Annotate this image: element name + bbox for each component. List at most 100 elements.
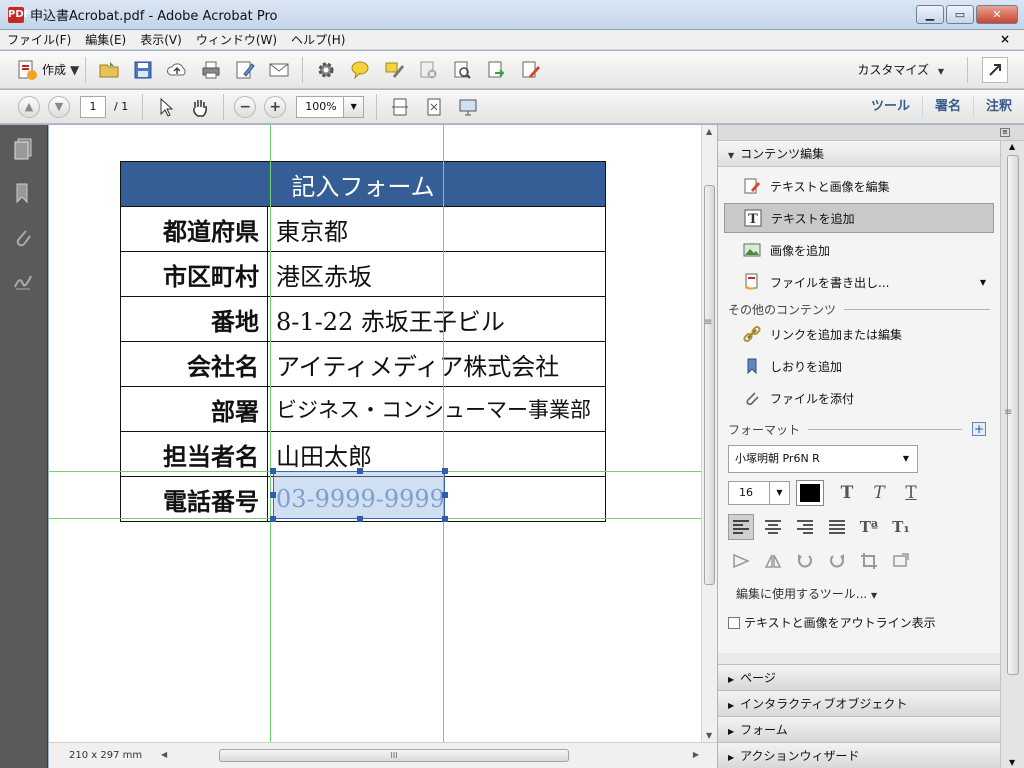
splitter-grip-icon[interactable]: ≡ [1004,407,1012,418]
open-button[interactable] [96,57,122,83]
create-button[interactable]: 作成 ▼ [16,59,79,81]
outline-checkbox[interactable] [728,616,740,629]
fit-page-button[interactable] [421,94,447,120]
page-thumbnails-button[interactable] [7,133,39,165]
zoom-in-button[interactable]: + [264,95,287,118]
menu-view[interactable]: 表示(V) [133,31,189,48]
attachments-button[interactable] [7,221,39,253]
signatures-button[interactable] [7,265,39,297]
edit-doc-button[interactable] [232,57,258,83]
document-view[interactable]: 記入フォーム 都道府県 東京都 市区町村 港区赤坂 番地 8-1-22 赤坂王子… [49,125,701,742]
highlight-button[interactable] [381,57,407,83]
section-content-edit[interactable]: ▼ コンテンツ編集 [718,141,1000,167]
font-family-select[interactable]: 小塚明朝 Pr6N R ▼ [728,445,918,473]
underline-text-button[interactable]: T [898,480,924,506]
maximize-button[interactable]: ▭ [946,5,974,24]
menu-help[interactable]: ヘルプ(H) [284,31,352,48]
search-doc-button[interactable] [449,57,475,83]
text-color-swatch[interactable] [796,480,824,506]
next-page-button[interactable]: ▼ [48,95,70,118]
tab-comment[interactable]: 注釈 [972,95,1024,118]
field-value[interactable]: 東京都 [267,206,606,252]
expand-format-button[interactable]: + [972,422,986,436]
field-value[interactable]: アイティメディア株式会社 [267,341,606,387]
resize-handle[interactable] [270,516,276,522]
scroll-left-icon[interactable]: ◀ [161,750,167,759]
bold-text-button[interactable]: T [834,480,860,506]
flip-vertical-button[interactable] [760,548,786,574]
resize-handle[interactable] [357,468,363,474]
panel-vertical-scrollbar[interactable]: ▲ ▼ [1000,141,1024,768]
email-button[interactable] [266,57,292,83]
sign-doc-button[interactable] [517,57,543,83]
add-bookmark-item[interactable]: しおりを追加 [724,351,994,381]
hand-tool-button[interactable] [187,94,213,120]
export-button[interactable] [483,57,509,83]
field-value[interactable]: 8-1-22 赤坂王子ビル [267,296,606,342]
scroll-thumb[interactable]: III [219,748,569,762]
edit-text-image-item[interactable]: テキストと画像を編集 [724,171,994,201]
menu-file[interactable]: ファイル(F) [0,31,78,48]
chevron-down-icon[interactable]: ▼ [980,278,986,287]
section-pages[interactable]: ▶ ページ [718,664,1000,690]
crop-button[interactable] [856,548,882,574]
close-window-button[interactable]: ✕ [976,5,1018,24]
resize-handle[interactable] [270,492,276,498]
resize-handle[interactable] [442,516,448,522]
add-link-item[interactable]: リンクを追加または編集 [724,319,994,349]
close-document-button[interactable]: × [1000,32,1010,46]
comment-button[interactable] [347,57,373,83]
field-value[interactable]: 港区赤坂 [267,251,606,297]
menu-window[interactable]: ウィンドウ(W) [189,31,284,48]
customize-menu[interactable]: カスタマイズ ▼ [857,61,944,78]
align-center-button[interactable] [760,514,786,540]
fit-width-button[interactable] [387,94,413,120]
full-screen-button[interactable] [982,57,1008,83]
export-file-item[interactable]: ファイルを書き出し... ▼ [724,267,994,297]
align-right-button[interactable] [792,514,818,540]
flip-horizontal-button[interactable] [728,548,754,574]
italic-text-button[interactable]: T [866,480,892,506]
previous-page-button[interactable]: ▲ [18,95,40,118]
scroll-thumb[interactable] [704,185,715,585]
scroll-down-icon[interactable]: ▼ [1009,758,1015,767]
menu-edit[interactable]: 編集(E) [78,31,133,48]
zoom-level-input[interactable]: 100% [296,95,345,118]
superscript-button[interactable]: Tª [856,514,882,540]
tab-sign[interactable]: 署名 [921,95,973,118]
edit-tools-menu[interactable]: 編集に使用するツール... ▼ [736,585,1000,602]
field-value[interactable]: ビジネス・コンシューマー事業部 [267,386,606,432]
scroll-down-icon[interactable]: ▼ [706,731,712,740]
add-text-item[interactable]: T テキストを追加 [724,203,994,233]
minimize-button[interactable]: ▁ [916,5,944,24]
save-button[interactable] [130,57,156,83]
font-size-select[interactable]: 16 ▼ [728,481,790,505]
page-number-input[interactable]: 1 [80,95,106,118]
resize-handle[interactable] [357,516,363,522]
scroll-right-icon[interactable]: ▶ [693,750,699,759]
cloud-upload-button[interactable] [164,57,190,83]
add-image-item[interactable]: 画像を追加 [724,235,994,265]
attach-file-item[interactable]: ファイルを添付 [724,383,994,413]
zoom-out-button[interactable]: − [234,95,257,118]
document-horizontal-scrollbar[interactable]: ◀ III ▶ [159,748,699,764]
read-mode-button[interactable] [455,94,481,120]
remove-page-button[interactable] [415,57,441,83]
scroll-up-icon[interactable]: ▲ [1009,142,1015,151]
section-forms[interactable]: ▶ フォーム [718,716,1000,742]
bookmarks-button[interactable] [7,177,39,209]
replace-image-button[interactable] [888,548,914,574]
resize-handle[interactable] [270,468,276,474]
rotate-left-button[interactable] [792,548,818,574]
panel-options-icon[interactable]: ≡ [1000,128,1010,137]
section-interactive-objects[interactable]: ▶ インタラクティブオブジェクト [718,690,1000,716]
outline-checkbox-row[interactable]: テキストと画像をアウトライン表示 [728,614,1000,631]
select-tool-button[interactable] [153,94,179,120]
section-action-wizard[interactable]: ▶ アクションウィザード [718,742,1000,768]
print-button[interactable] [198,57,224,83]
document-vertical-scrollbar[interactable]: ▲ ▼ [701,125,717,742]
rotate-right-button[interactable] [824,548,850,574]
align-left-button[interactable] [728,514,754,540]
resize-handle[interactable] [442,468,448,474]
field-value[interactable]: 山田太郎 [267,431,606,477]
